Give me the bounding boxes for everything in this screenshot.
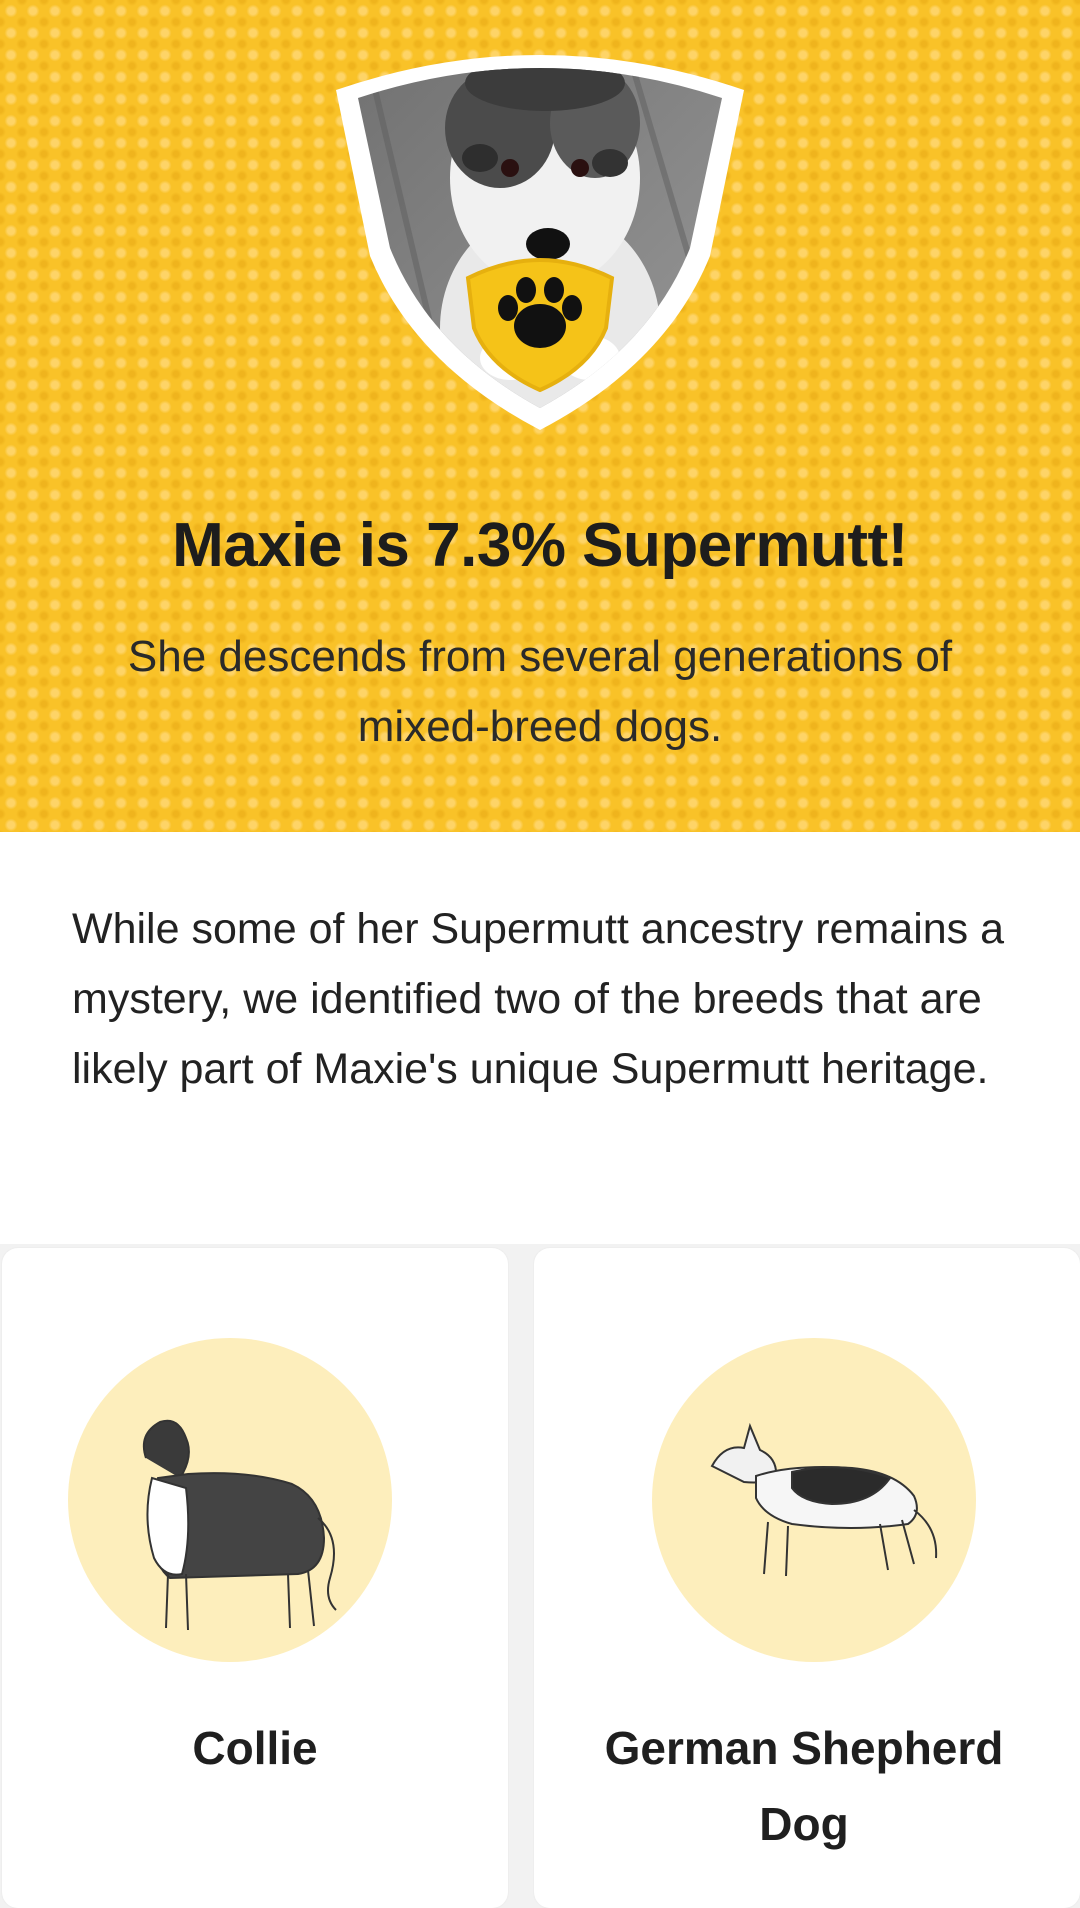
german-shepherd-illustration [652,1338,976,1662]
supermutt-subtitle: She descends from several generations of… [127,632,953,751]
dog-photo-shield [330,28,750,458]
breed-card-collie[interactable]: Collie [2,1248,508,1908]
breed-name-german-shepherd: German Shepherd Dog [604,1722,1004,1850]
shield-badge-graphic [336,55,744,430]
supermutt-title: Maxie is 7.3% Supermutt! [172,511,908,580]
collie-illustration [68,1338,392,1662]
hero-banner: Maxie is 7.3% Supermutt! She descends fr… [0,0,1080,832]
breed-name-collie: Collie [192,1722,318,1774]
ancestry-intro-text: While some of her Supermutt ancestry rem… [72,905,1005,1093]
ancestry-intro-section: While some of her Supermutt ancestry rem… [0,832,1080,1244]
breed-card-german-shepherd[interactable]: German Shepherd Dog [534,1248,1080,1908]
